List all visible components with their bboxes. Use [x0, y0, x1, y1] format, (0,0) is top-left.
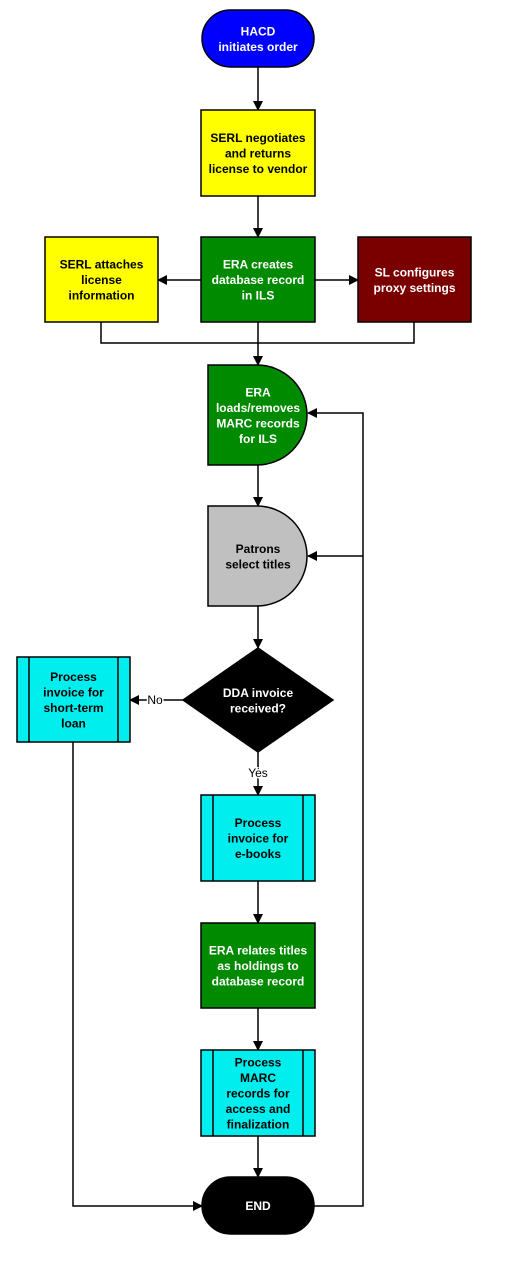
delay-shape — [207, 364, 308, 466]
node-hacd[interactable]: HACD initiates order — [201, 9, 315, 68]
node-label: loads/removes — [216, 401, 300, 415]
node-dda[interactable]: DDA invoicereceived? — [181, 647, 335, 753]
decision-shape — [181, 647, 335, 753]
node-label: ERA — [245, 385, 271, 399]
node-label: license to vendor — [209, 162, 308, 176]
node-label: Process — [50, 670, 97, 684]
node-label: Patrons — [236, 542, 281, 556]
node-label: database record — [212, 273, 305, 287]
node-label: license — [81, 273, 122, 287]
flowchart: HACD initiates order SERL negotiates and re… — [16, 9, 472, 1235]
node-label: short-term — [43, 701, 103, 715]
node-label: finalization — [227, 1118, 290, 1132]
node-era-loads[interactable]: ERA loads/removesMARC records for ILS — [207, 364, 308, 466]
node-label: initiates order — [218, 40, 298, 54]
node-sl-configures[interactable]: SL configures proxy settings — [357, 236, 472, 323]
node-label: SERL negotiates — [210, 131, 305, 145]
node-end[interactable]: END — [201, 1176, 315, 1235]
process-shape — [357, 236, 472, 323]
node-ebooks[interactable]: Process invoice fore-books — [200, 794, 316, 882]
node-serl-negotiates[interactable]: SERL negotiates and returnslicense to ven… — [200, 109, 316, 197]
node-label: proxy settings — [373, 281, 455, 295]
edge-short_term-to-end — [72, 742, 203, 1211]
node-label: access and — [226, 1102, 291, 1116]
node-label: END — [245, 1199, 271, 1213]
node-label: loan — [61, 716, 86, 730]
node-label: MARC records — [216, 416, 300, 430]
node-patrons[interactable]: Patronsselect titles — [207, 505, 308, 607]
node-label: information — [69, 289, 135, 303]
node-label: ERA relates titles — [209, 944, 308, 958]
node-label: Process — [235, 816, 282, 830]
node-label: invoice for — [228, 832, 289, 846]
node-era-relates[interactable]: ERA relates titlesas holdings to database… — [200, 922, 316, 1009]
node-label: received? — [230, 701, 286, 715]
node-era-creates[interactable]: ERA createsdatabase record in ILS — [200, 236, 316, 323]
node-process-marc[interactable]: ProcessMARC records foraccess and finaliza… — [200, 1049, 316, 1137]
node-label: MARC — [240, 1071, 276, 1085]
delay-shape — [207, 505, 308, 607]
node-label: and returns — [225, 147, 291, 161]
node-label: DDA invoice — [223, 686, 294, 700]
node-label: SL configures — [375, 265, 455, 279]
node-label: e-books — [235, 847, 281, 861]
edge-sl_configures-to-era_loads — [258, 322, 415, 344]
terminator-shape — [201, 9, 315, 68]
node-label: for ILS — [239, 432, 277, 446]
edge-label-no: No — [147, 693, 163, 707]
node-label: records for — [226, 1087, 290, 1101]
node-label: SERL attaches — [60, 258, 144, 272]
edge-label-yes: Yes — [248, 766, 268, 780]
node-label: database record — [212, 975, 305, 989]
node-label: as holdings to — [217, 959, 298, 973]
edge-end-to-era_loads — [307, 408, 364, 1207]
node-short-term[interactable]: Processinvoice for short-termloan — [16, 656, 131, 743]
node-label: invoice for — [43, 685, 104, 699]
node-serl-attaches[interactable]: SERL attacheslicense information — [44, 236, 159, 323]
node-label: in ILS — [242, 289, 275, 303]
node-label: Process — [235, 1056, 282, 1070]
edge-serl_attaches-to-era_loads — [100, 322, 258, 344]
node-label: HACD — [241, 24, 276, 38]
node-label: select titles — [225, 557, 291, 571]
node-label: ERA creates — [223, 258, 294, 272]
